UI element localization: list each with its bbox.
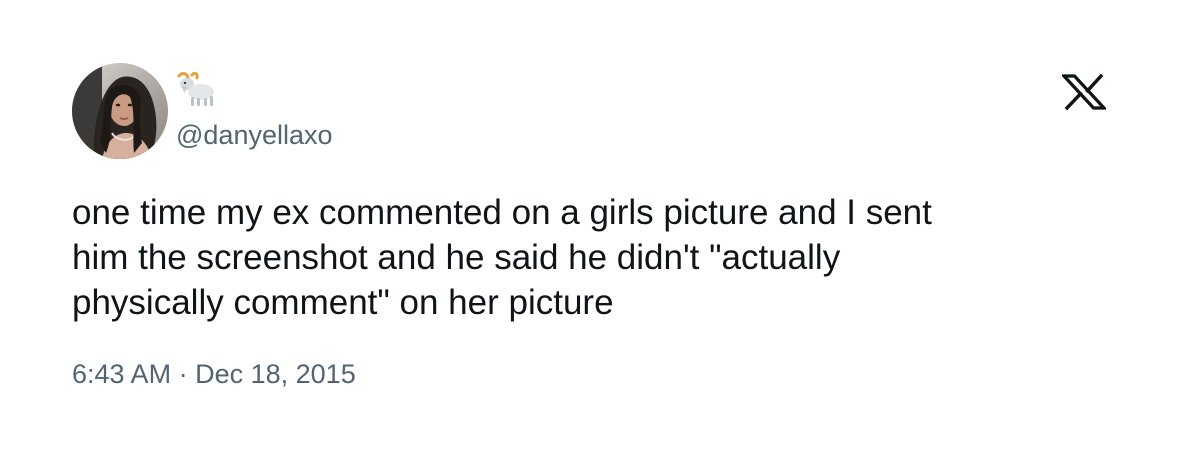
x-logo-icon[interactable] — [1060, 73, 1108, 111]
avatar[interactable] — [72, 63, 168, 159]
tweet-card: @danyellaxo one time my ex commented on … — [0, 0, 1180, 456]
tweet-date[interactable]: Dec 18, 2015 — [195, 359, 356, 389]
author-handle[interactable]: @danyellaxo — [176, 118, 333, 152]
tweet-timestamp: 6:43 AM · Dec 18, 2015 — [72, 357, 356, 391]
tweet-text: one time my ex commented on a girls pict… — [72, 193, 932, 322]
tweet-time[interactable]: 6:43 AM — [72, 359, 171, 389]
goat-icon — [176, 71, 216, 108]
profile-photo — [72, 63, 168, 159]
meta-separator: · — [178, 359, 188, 389]
